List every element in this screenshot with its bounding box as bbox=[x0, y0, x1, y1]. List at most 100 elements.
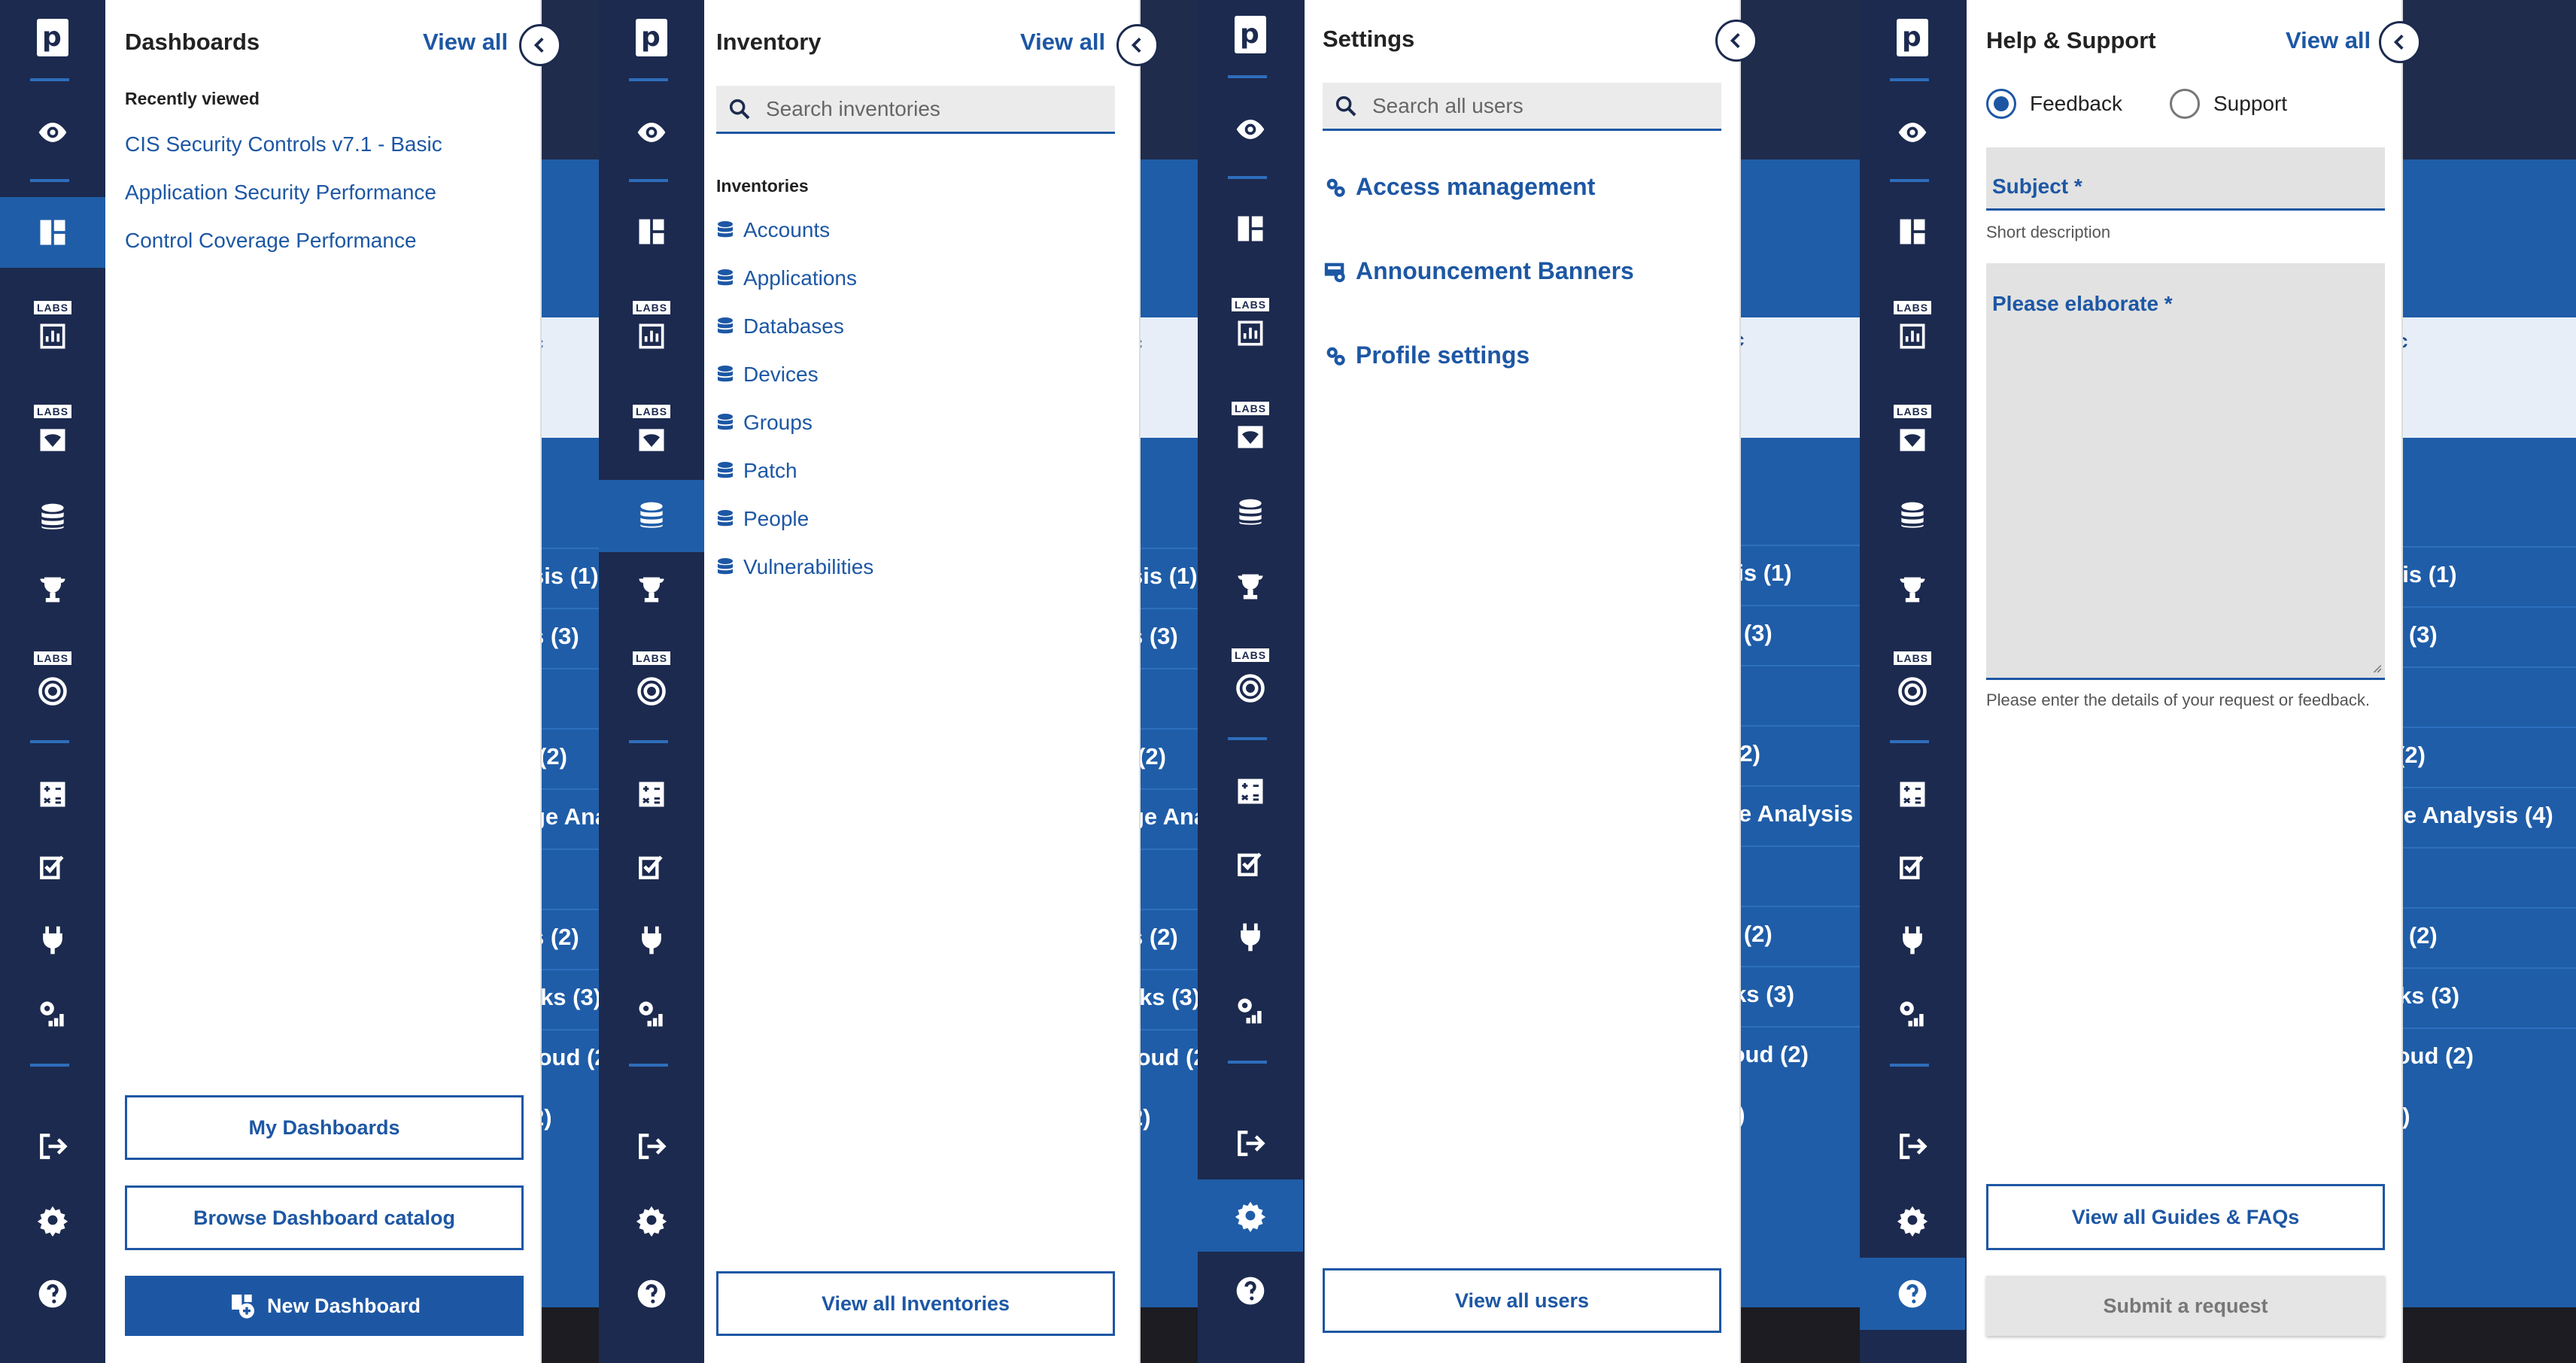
inventory-item[interactable]: Patch bbox=[716, 459, 797, 483]
plug-icon[interactable] bbox=[0, 918, 105, 963]
collapse-panel-button[interactable] bbox=[1715, 20, 1757, 62]
search-inventories-field[interactable] bbox=[716, 86, 1115, 134]
help-icon[interactable] bbox=[599, 1271, 704, 1316]
recent-dashboard-link[interactable]: Control Coverage Performance bbox=[125, 229, 417, 253]
elaborate-textarea[interactable]: Please elaborate * bbox=[1986, 263, 2385, 680]
calculator-icon[interactable] bbox=[599, 772, 704, 817]
inventory-item[interactable]: Applications bbox=[716, 266, 857, 290]
settings-chart-icon[interactable] bbox=[0, 991, 105, 1037]
dashboards-icon[interactable] bbox=[1860, 209, 1965, 254]
inventory-item[interactable]: Groups bbox=[716, 411, 813, 435]
labs-shield-icon[interactable]: LABS bbox=[0, 405, 105, 457]
support-radio[interactable]: Support bbox=[2170, 89, 2287, 119]
logo[interactable]: p bbox=[1860, 15, 1965, 60]
eye-icon[interactable] bbox=[0, 110, 105, 155]
labs-target-icon[interactable]: LABS bbox=[1198, 648, 1303, 709]
checkbox-icon[interactable] bbox=[0, 844, 105, 889]
settings-chart-icon[interactable] bbox=[599, 991, 704, 1037]
trophy-icon[interactable] bbox=[1860, 567, 1965, 612]
inventory-item[interactable]: Devices bbox=[716, 363, 819, 387]
settings-chart-icon[interactable] bbox=[1860, 991, 1965, 1037]
logout-icon[interactable] bbox=[0, 1124, 105, 1169]
help-icon[interactable] bbox=[0, 1271, 105, 1316]
inventory-item[interactable]: People bbox=[716, 507, 809, 531]
new-dashboard-button[interactable]: New Dashboard bbox=[125, 1276, 524, 1336]
feedback-radio[interactable]: Feedback bbox=[1986, 89, 2122, 119]
calculator-icon[interactable] bbox=[1198, 769, 1303, 814]
dashboards-icon[interactable] bbox=[0, 197, 105, 268]
labs-target-icon[interactable]: LABS bbox=[0, 651, 105, 712]
database-icon[interactable] bbox=[1860, 493, 1965, 539]
search-users-field[interactable] bbox=[1323, 83, 1721, 131]
labs-analytics-icon[interactable]: LABS bbox=[1198, 298, 1303, 351]
checkbox-icon[interactable] bbox=[1860, 844, 1965, 889]
labs-target-icon[interactable]: LABS bbox=[599, 651, 704, 712]
gear-icon[interactable] bbox=[0, 1198, 105, 1243]
dashboards-icon[interactable] bbox=[599, 209, 704, 254]
recent-dashboard-link[interactable]: Application Security Performance bbox=[125, 181, 436, 205]
inventory-item[interactable]: Accounts bbox=[716, 218, 830, 242]
labs-shield-icon[interactable]: LABS bbox=[1860, 405, 1965, 457]
database-icon[interactable] bbox=[599, 480, 704, 552]
trophy-icon[interactable] bbox=[599, 567, 704, 612]
browse-dashboard-catalog-button[interactable]: Browse Dashboard catalog bbox=[125, 1185, 524, 1250]
database-icon[interactable] bbox=[1198, 490, 1303, 536]
collapse-panel-button[interactable] bbox=[2379, 21, 2421, 63]
help-icon[interactable] bbox=[1860, 1258, 1965, 1330]
collapse-panel-button[interactable] bbox=[519, 24, 561, 66]
inventory-strip: c sis (1) s (3) (2) ge Analysis (4) s (2… bbox=[599, 0, 1198, 1363]
my-dashboards-button[interactable]: My Dashboards bbox=[125, 1095, 524, 1160]
eye-icon[interactable] bbox=[599, 110, 704, 155]
announcement-banners-link[interactable]: Announcement Banners bbox=[1323, 257, 1634, 285]
search-users-input[interactable] bbox=[1372, 93, 1688, 118]
eye-icon[interactable] bbox=[1860, 110, 1965, 155]
plug-icon[interactable] bbox=[599, 918, 704, 963]
resize-handle-icon[interactable] bbox=[2371, 663, 2382, 673]
settings-chart-icon[interactable] bbox=[1198, 988, 1303, 1034]
view-all-link[interactable]: View all bbox=[423, 29, 508, 56]
view-all-guides-button[interactable]: View all Guides & FAQs bbox=[1986, 1184, 2385, 1250]
profile-settings-link[interactable]: Profile settings bbox=[1323, 342, 1530, 369]
labs-target-icon[interactable]: LABS bbox=[1860, 651, 1965, 712]
gear-icon[interactable] bbox=[1860, 1198, 1965, 1243]
labs-shield-icon[interactable]: LABS bbox=[599, 405, 704, 457]
checkbox-icon[interactable] bbox=[1198, 841, 1303, 886]
view-all-inventories-button[interactable]: View all Inventories bbox=[716, 1271, 1115, 1336]
collapse-panel-button[interactable] bbox=[1116, 24, 1159, 66]
plug-icon[interactable] bbox=[1198, 915, 1303, 960]
access-management-link[interactable]: Access management bbox=[1323, 173, 1595, 201]
labs-analytics-icon[interactable]: LABS bbox=[1860, 301, 1965, 354]
side-rail: p LABS LABS LABS bbox=[1198, 0, 1305, 1363]
gear-icon[interactable] bbox=[599, 1198, 704, 1243]
calculator-icon[interactable] bbox=[1860, 772, 1965, 817]
view-all-link[interactable]: View all bbox=[2286, 27, 2371, 54]
calculator-icon[interactable] bbox=[0, 772, 105, 817]
trophy-icon[interactable] bbox=[0, 567, 105, 612]
subject-field[interactable]: Subject * bbox=[1986, 147, 2385, 211]
search-inventories-input[interactable] bbox=[766, 96, 1082, 121]
checkbox-icon[interactable] bbox=[599, 844, 704, 889]
recent-dashboard-link[interactable]: CIS Security Controls v7.1 - Basic bbox=[125, 132, 442, 156]
view-all-users-button[interactable]: View all users bbox=[1323, 1268, 1721, 1333]
logo[interactable]: p bbox=[599, 15, 704, 60]
inventory-item[interactable]: Vulnerabilities bbox=[716, 555, 873, 579]
labs-analytics-icon[interactable]: LABS bbox=[599, 301, 704, 354]
database-icon bbox=[718, 510, 733, 527]
gear-icon[interactable] bbox=[1198, 1179, 1303, 1252]
logout-icon[interactable] bbox=[599, 1124, 704, 1169]
logout-icon[interactable] bbox=[1860, 1124, 1965, 1169]
labs-analytics-icon[interactable]: LABS bbox=[0, 301, 105, 354]
dashboards-icon[interactable] bbox=[1198, 206, 1303, 251]
database-icon[interactable] bbox=[0, 495, 105, 540]
logo[interactable]: p bbox=[1198, 12, 1303, 57]
help-icon[interactable] bbox=[1198, 1268, 1303, 1313]
trophy-icon[interactable] bbox=[1198, 564, 1303, 609]
logo[interactable]: p bbox=[0, 15, 105, 60]
eye-icon[interactable] bbox=[1198, 107, 1303, 152]
logout-icon[interactable] bbox=[1198, 1121, 1303, 1166]
view-all-link[interactable]: View all bbox=[1020, 29, 1105, 56]
inventory-item[interactable]: Databases bbox=[716, 314, 844, 338]
plug-icon[interactable] bbox=[1860, 918, 1965, 963]
submit-request-button[interactable]: Submit a request bbox=[1986, 1276, 2385, 1336]
labs-shield-icon[interactable]: LABS bbox=[1198, 402, 1303, 454]
